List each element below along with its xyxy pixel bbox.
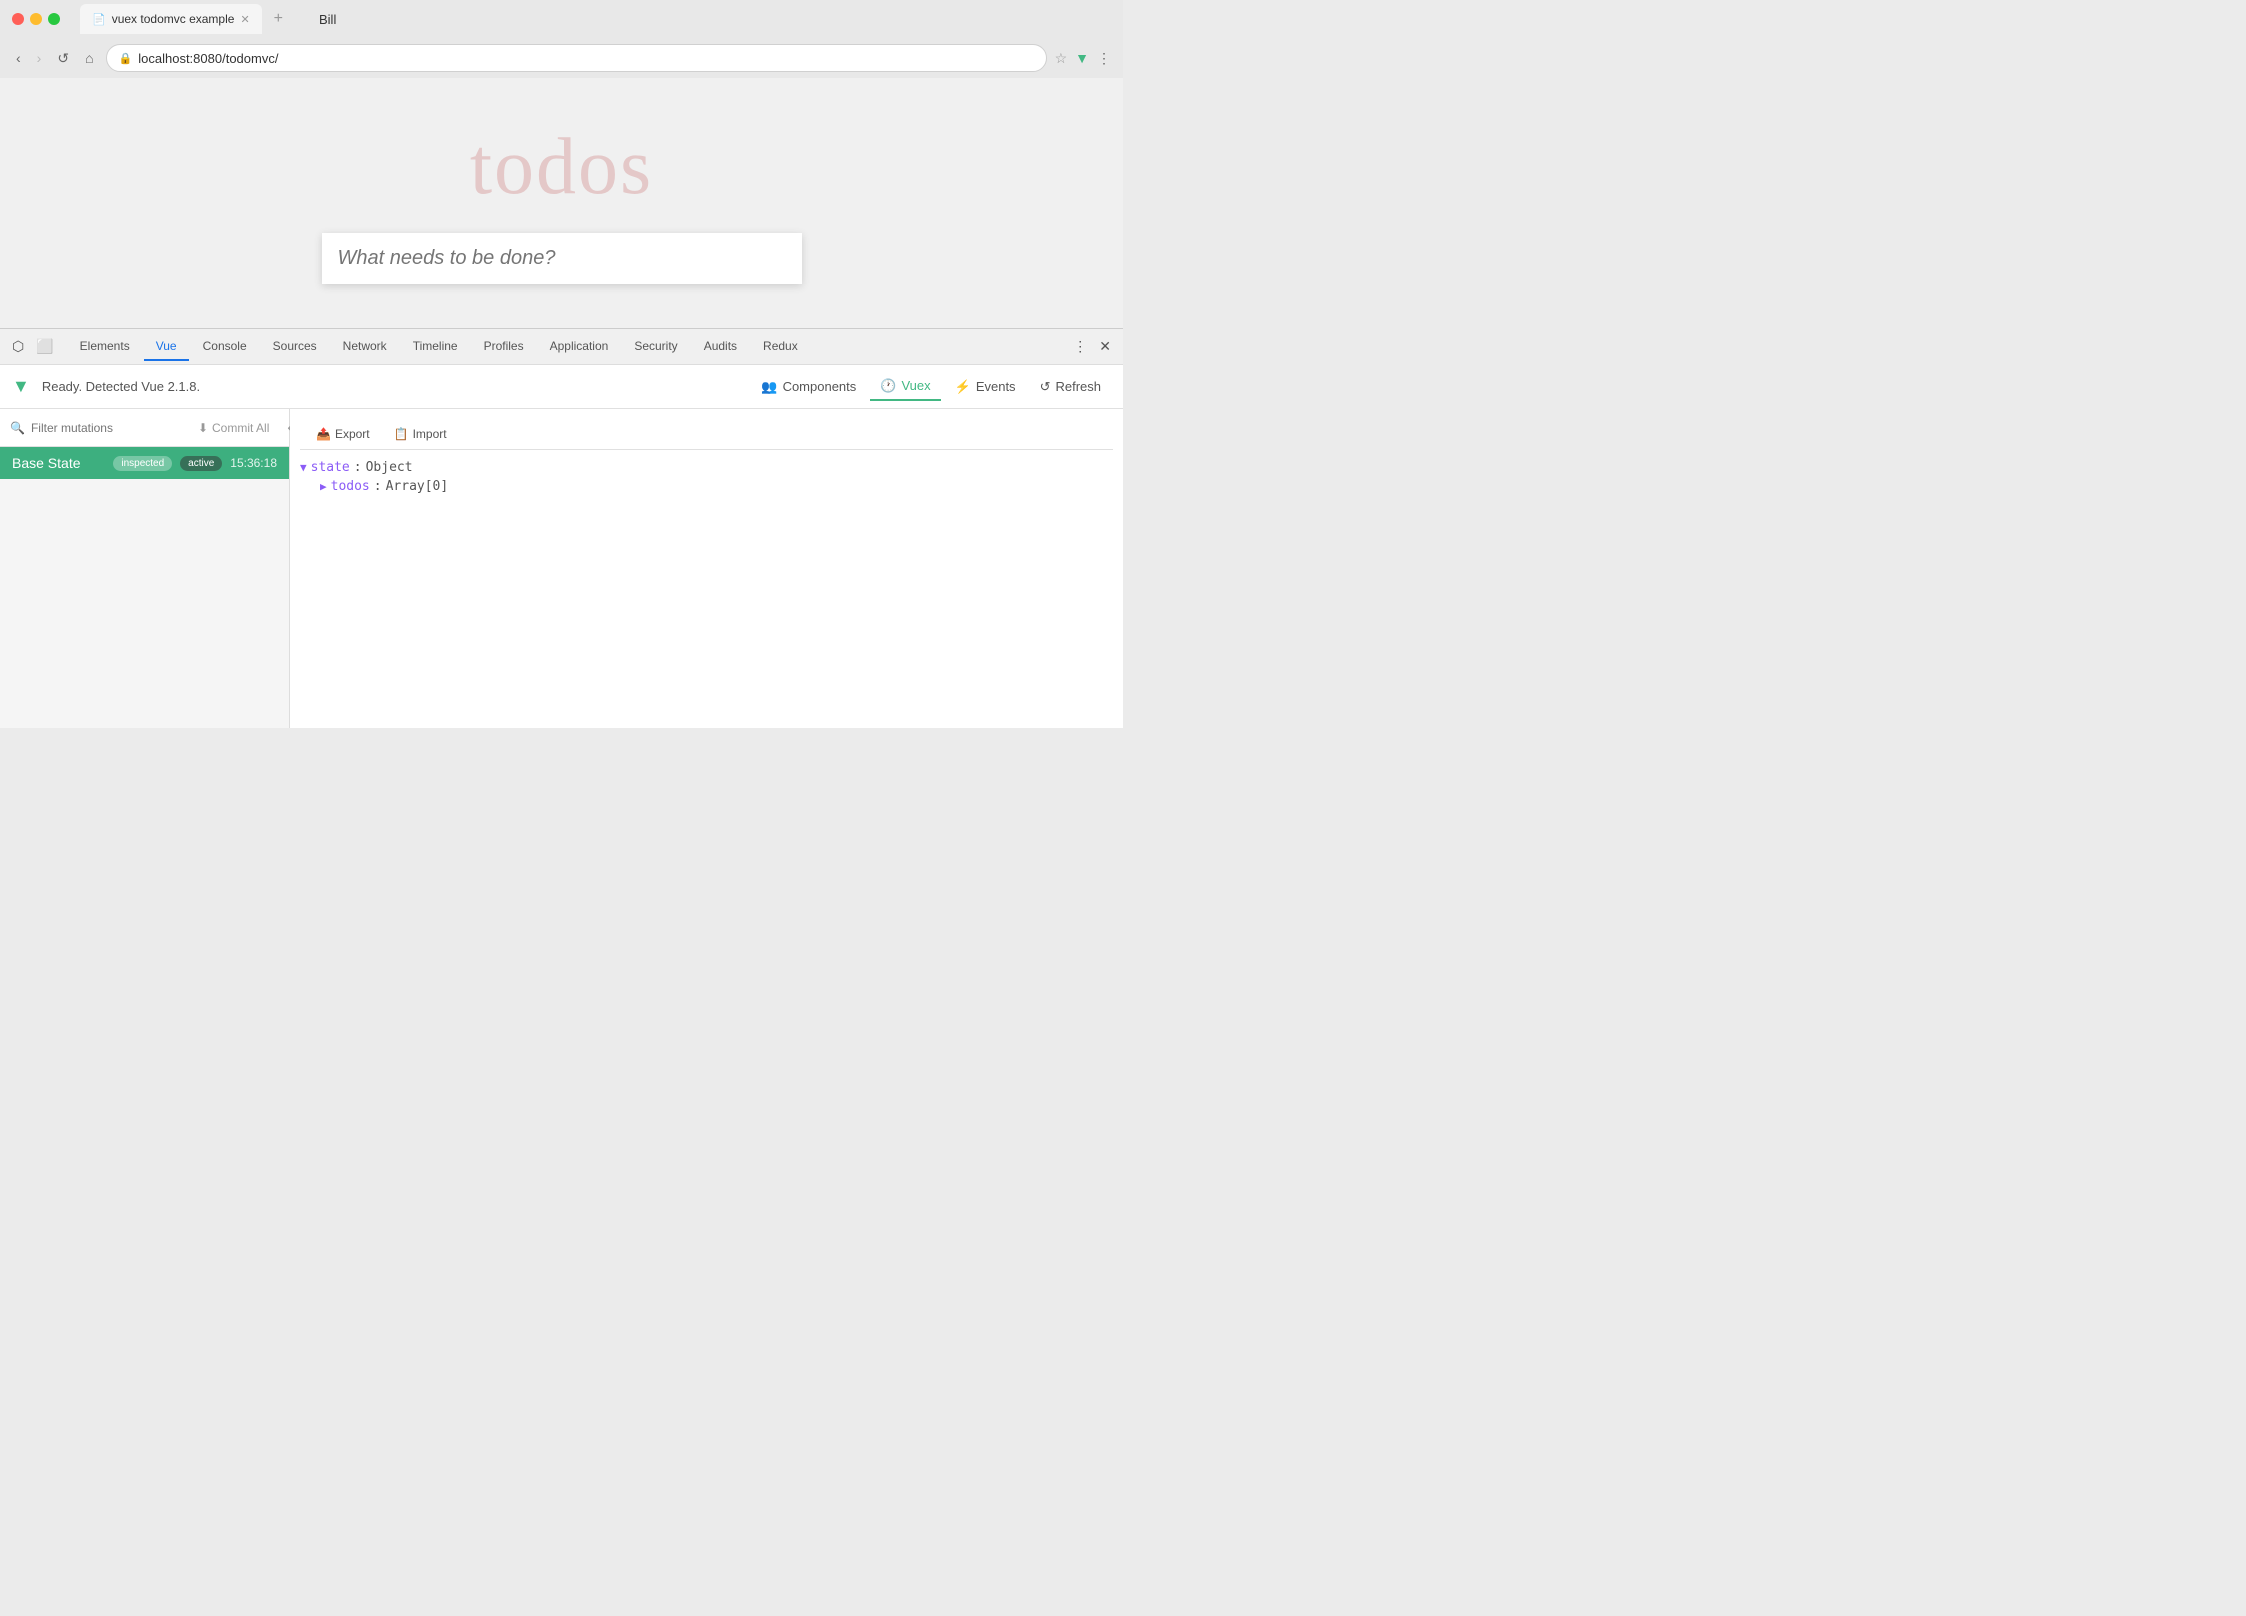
maximize-button[interactable] xyxy=(48,13,60,25)
bookmark-icon[interactable]: ☆ xyxy=(1055,50,1068,67)
traffic-lights xyxy=(12,13,60,25)
tab-vue[interactable]: Vue xyxy=(144,333,189,361)
refresh-label: Refresh xyxy=(1055,379,1101,394)
todo-input[interactable] xyxy=(338,247,786,270)
vuex-button[interactable]: 🕐 Vuex xyxy=(870,373,940,401)
state-root-colon: : xyxy=(354,460,362,475)
import-button[interactable]: 📋 Import xyxy=(386,423,455,445)
tab-security[interactable]: Security xyxy=(622,333,689,361)
commit-all-button[interactable]: ⬇ Commit All xyxy=(192,419,275,437)
state-root-key: state xyxy=(311,460,350,475)
components-label: Components xyxy=(783,379,857,394)
vuex-label: Vuex xyxy=(901,378,930,393)
export-icon: 📤 xyxy=(316,427,331,441)
minimize-button[interactable] xyxy=(30,13,42,25)
mutations-panel: 🔍 ⬇ Commit All ↩ Revert All Recording xyxy=(0,409,290,728)
home-button[interactable]: ⌂ xyxy=(81,46,97,70)
devtools-actions: ⋮ ✕ xyxy=(1069,334,1115,359)
vue-extension-icon[interactable]: ▼ xyxy=(1075,50,1089,66)
todo-input-wrapper xyxy=(322,233,802,284)
export-button[interactable]: 📤 Export xyxy=(308,423,378,445)
tab-close-button[interactable]: ✕ xyxy=(240,13,249,26)
vuex-icon: 🕐 xyxy=(880,378,896,394)
url-bar[interactable]: 🔒 localhost:8080/todomvc/ xyxy=(106,44,1047,72)
events-label: Events xyxy=(976,379,1016,394)
vuex-content: 🔍 ⬇ Commit All ↩ Revert All Recording xyxy=(0,409,1123,728)
tab-timeline[interactable]: Timeline xyxy=(401,333,470,361)
mutations-list: Base State inspected active 15:36:18 xyxy=(0,447,289,728)
devtools-panel: ⬡ ⬜ Elements Vue Console Sources Network… xyxy=(0,328,1123,728)
tab-profiles[interactable]: Profiles xyxy=(472,333,536,361)
commit-all-label: Commit All xyxy=(212,421,269,435)
webpage-content: todos xyxy=(0,78,1123,328)
state-root-line: ▼ state : Object xyxy=(300,458,1113,477)
vue-status-text: Ready. Detected Vue 2.1.8. xyxy=(42,379,744,394)
vue-toolbar: ▼ Ready. Detected Vue 2.1.8. 👥 Component… xyxy=(0,365,1123,409)
todos-key: todos xyxy=(331,479,370,494)
import-icon: 📋 xyxy=(394,427,409,441)
browser-menu-icon[interactable]: ⋮ xyxy=(1097,50,1111,67)
security-icon: 🔒 xyxy=(119,52,133,65)
browser-tab[interactable]: 📄 vuex todomvc example ✕ xyxy=(80,4,262,34)
tab-network[interactable]: Network xyxy=(331,333,399,361)
state-toolbar: 📤 Export 📋 Import xyxy=(300,419,1113,450)
tab-icon: 📄 xyxy=(92,13,106,26)
device-toggle-button[interactable]: ⬜ xyxy=(32,334,57,359)
tab-bar: 📄 vuex todomvc example ✕ + xyxy=(68,4,303,34)
forward-button[interactable]: › xyxy=(33,46,46,70)
tab-console[interactable]: Console xyxy=(191,333,259,361)
components-icon: 👥 xyxy=(761,379,777,395)
todos-toggle[interactable]: ▶ xyxy=(320,480,327,493)
devtools-icons: ⬡ ⬜ xyxy=(8,334,58,359)
import-label: Import xyxy=(413,427,447,441)
components-button[interactable]: 👥 Components xyxy=(751,374,866,400)
page-title: todos xyxy=(470,122,653,213)
tab-redux[interactable]: Redux xyxy=(751,333,810,361)
commit-icon: ⬇ xyxy=(198,421,208,435)
user-name: Bill xyxy=(319,12,336,27)
tab-elements[interactable]: Elements xyxy=(68,333,142,361)
tab-sources[interactable]: Sources xyxy=(261,333,329,361)
mutation-name: Base State xyxy=(12,455,105,471)
vue-logo-icon: ▼ xyxy=(12,376,30,397)
state-tree: ▼ state : Object ▶ todos : Array[0] xyxy=(300,458,1113,496)
close-button[interactable] xyxy=(12,13,24,25)
mutation-time: 15:36:18 xyxy=(230,456,277,470)
inspected-badge: inspected xyxy=(113,456,172,471)
refresh-icon: ↺ xyxy=(1040,379,1051,395)
state-root-toggle[interactable]: ▼ xyxy=(300,461,307,474)
search-icon: 🔍 xyxy=(10,421,25,435)
events-icon: ⚡ xyxy=(955,379,971,395)
state-panel: 📤 Export 📋 Import ▼ state : Object xyxy=(290,409,1123,728)
state-children: ▶ todos : Array[0] xyxy=(320,477,1113,496)
url-text: localhost:8080/todomvc/ xyxy=(138,51,1033,66)
tab-title: vuex todomvc example xyxy=(112,12,235,26)
events-button[interactable]: ⚡ Events xyxy=(945,374,1026,400)
filter-mutations-input[interactable] xyxy=(31,421,186,435)
export-label: Export xyxy=(335,427,370,441)
devtools-more-button[interactable]: ⋮ xyxy=(1069,334,1091,359)
mutations-toolbar: 🔍 ⬇ Commit All ↩ Revert All Recording xyxy=(0,409,289,447)
address-bar: ‹ › ↺ ⌂ 🔒 localhost:8080/todomvc/ ☆ ▼ ⋮ xyxy=(0,38,1123,78)
todos-line: ▶ todos : Array[0] xyxy=(320,477,1113,496)
vue-panel: ▼ Ready. Detected Vue 2.1.8. 👥 Component… xyxy=(0,365,1123,728)
devtools-close-button[interactable]: ✕ xyxy=(1095,334,1115,359)
reload-button[interactable]: ↺ xyxy=(53,46,73,71)
inspect-element-button[interactable]: ⬡ xyxy=(8,334,28,359)
vue-toolbar-buttons: 👥 Components 🕐 Vuex ⚡ Events ↺ Refresh xyxy=(751,373,1111,401)
url-actions: ☆ ▼ ⋮ xyxy=(1055,50,1111,67)
back-button[interactable]: ‹ xyxy=(12,46,25,70)
todos-value: Array[0] xyxy=(386,479,449,494)
tab-audits[interactable]: Audits xyxy=(692,333,749,361)
refresh-button[interactable]: ↺ Refresh xyxy=(1030,374,1111,400)
todos-colon: : xyxy=(374,479,382,494)
mutation-item-base-state[interactable]: Base State inspected active 15:36:18 xyxy=(0,447,289,479)
tab-application[interactable]: Application xyxy=(538,333,621,361)
new-tab-button[interactable]: + xyxy=(266,6,291,32)
devtools-tabs: ⬡ ⬜ Elements Vue Console Sources Network… xyxy=(0,329,1123,365)
state-root-value: Object xyxy=(366,460,413,475)
active-badge: active xyxy=(180,456,222,471)
